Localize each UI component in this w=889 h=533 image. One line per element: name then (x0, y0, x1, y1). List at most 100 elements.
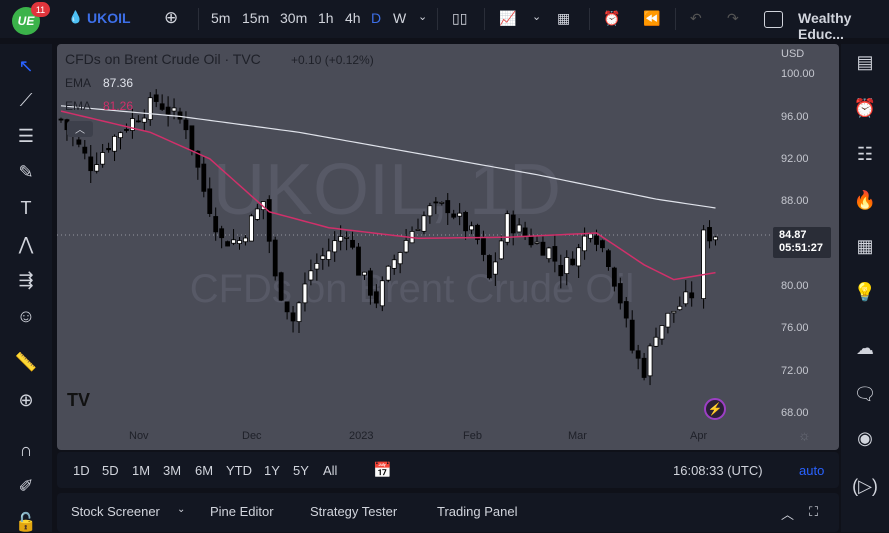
fullscreen-box-icon[interactable] (764, 11, 783, 28)
cursor-icon[interactable]: ↖ (11, 56, 41, 77)
ideas-icon[interactable]: 💡 (850, 282, 880, 303)
candle-body (469, 225, 474, 231)
currency-selector[interactable]: USD (781, 48, 804, 60)
candle-body (177, 111, 183, 120)
tradingview-logo[interactable]: TV (67, 390, 90, 411)
text-icon[interactable]: T (11, 198, 41, 219)
range-ytd[interactable]: YTD (226, 463, 252, 478)
ruler-icon[interactable]: 📏 (11, 352, 41, 373)
interval-d[interactable]: D (371, 10, 381, 26)
brush-icon[interactable]: ✎ (11, 162, 41, 183)
candle-body (135, 120, 141, 123)
compare-plus-icon[interactable]: ⊕ (164, 8, 178, 28)
chat-icon[interactable]: ☁ (850, 338, 880, 359)
range-1m[interactable]: 1M (132, 463, 150, 478)
goto-date-icon[interactable]: 📅 (373, 461, 392, 479)
candle-body (588, 233, 593, 239)
auto-scale-button[interactable]: auto (799, 463, 824, 478)
range-1y[interactable]: 1Y (264, 463, 280, 478)
chart-canvas[interactable]: UKOIL, 1D CFDs on Brent Crude Oil (57, 44, 839, 450)
chevron-down-icon[interactable]: ⌄ (177, 504, 185, 515)
price-tick: 76.00 (781, 322, 809, 334)
tab-strategy-tester[interactable]: Strategy Tester (310, 504, 397, 519)
replay-icon[interactable]: ⏪ (643, 10, 660, 27)
chevron-up-icon[interactable]: ︿ (781, 504, 794, 523)
pattern-icon[interactable]: ⋀ (11, 234, 41, 255)
oil-drop-icon: 💧 (68, 10, 83, 24)
alarm-icon[interactable]: ⏰ (603, 10, 620, 27)
candle-body (576, 247, 582, 267)
messages-icon[interactable]: 🗨 (850, 384, 880, 405)
interval-4h[interactable]: 4h (345, 10, 361, 26)
prediction-icon[interactable]: ⇶ (11, 270, 41, 291)
streams-icon[interactable]: (▷) (850, 476, 880, 497)
candle-body (457, 212, 463, 217)
candle-body (153, 94, 159, 102)
candle-body (641, 357, 647, 378)
calendar-icon[interactable]: ▦ (850, 236, 880, 257)
redo-icon[interactable]: ↷ (727, 10, 739, 27)
candle-body (659, 325, 665, 340)
tab-pine-editor[interactable]: Pine Editor (210, 504, 274, 519)
range-all[interactable]: All (323, 463, 337, 478)
account-name[interactable]: Wealthy Educ... (798, 10, 889, 42)
indicators-icon[interactable]: 📈 (499, 10, 516, 27)
candle-body (623, 301, 629, 319)
candle-body (385, 265, 391, 281)
lightning-icon[interactable]: ⚡ (704, 398, 726, 420)
fib-icon[interactable]: ☰ (11, 126, 41, 147)
collapse-legend-button[interactable]: ︿ (67, 121, 93, 137)
range-5d[interactable]: 5D (102, 463, 119, 478)
candle-body (344, 237, 350, 239)
chevron-down-icon[interactable]: ⌄ (418, 10, 427, 23)
candle-body (671, 310, 677, 314)
emoji-icon[interactable]: ☺ (11, 306, 41, 327)
watchlist-icon[interactable]: ▤ (850, 52, 880, 73)
range-6m[interactable]: 6M (195, 463, 213, 478)
chevron-down-icon[interactable]: ⌄ (532, 10, 541, 23)
candle-body (326, 250, 332, 260)
price-tick: 68.00 (781, 407, 809, 419)
range-5y[interactable]: 5Y (293, 463, 309, 478)
ema2-label[interactable]: EMA (65, 99, 91, 113)
range-3m[interactable]: 3M (163, 463, 181, 478)
tab-trading-panel[interactable]: Trading Panel (437, 504, 517, 519)
live-ideas-icon[interactable]: ◉ (850, 428, 880, 449)
news-icon[interactable]: ☷ (850, 144, 880, 165)
settings-sun-icon[interactable]: ☼ (798, 427, 811, 443)
candle-body (564, 257, 570, 275)
candle-body (391, 259, 397, 269)
maximize-icon[interactable]: ⛶ (809, 504, 818, 520)
lock-icon[interactable]: 🔓 (11, 512, 41, 533)
trend-line-icon[interactable]: ⟋ (11, 90, 41, 111)
magnet-icon[interactable]: ∩ (11, 440, 41, 461)
candle-body (350, 239, 355, 248)
zoom-icon[interactable]: ⊕ (11, 390, 41, 411)
layout-grid-icon[interactable]: ▦ (557, 10, 570, 27)
symbol-search[interactable]: UKOIL (87, 10, 131, 26)
candle-body (225, 241, 231, 247)
candle-body (290, 312, 296, 322)
alarm-icon[interactable]: ⏰ (850, 98, 880, 119)
candle-body (147, 97, 153, 120)
candles-icon[interactable]: ▯▯ (452, 10, 467, 27)
lock-drawing-icon[interactable]: ✐ (11, 476, 41, 497)
range-1d[interactable]: 1D (73, 463, 90, 478)
interval-5m[interactable]: 5m (211, 10, 230, 26)
interval-w[interactable]: W (393, 10, 406, 26)
price-chart[interactable]: UKOIL, 1D CFDs on Brent Crude Oil CFDs o… (57, 44, 839, 450)
interval-15m[interactable]: 15m (242, 10, 269, 26)
candle-body (82, 146, 88, 154)
tab-stock-screener[interactable]: Stock Screener (71, 504, 160, 519)
ema1-label[interactable]: EMA (65, 76, 91, 90)
interval-30m[interactable]: 30m (280, 10, 307, 26)
candle-body (689, 292, 695, 299)
undo-icon[interactable]: ↶ (690, 10, 702, 27)
clock[interactable]: 16:08:33 (UTC) (673, 463, 763, 478)
hotlist-icon[interactable]: 🔥 (850, 190, 880, 211)
interval-1h[interactable]: 1h (318, 10, 334, 26)
top-toolbar: UE 11 💧 UKOIL ⊕ 5m 15m 30m 1h 4h D W ⌄ ▯… (0, 0, 889, 42)
candle-body (445, 200, 451, 214)
last-price-label: 84.87 05:51:27 (773, 227, 831, 258)
candle-body (332, 240, 338, 253)
